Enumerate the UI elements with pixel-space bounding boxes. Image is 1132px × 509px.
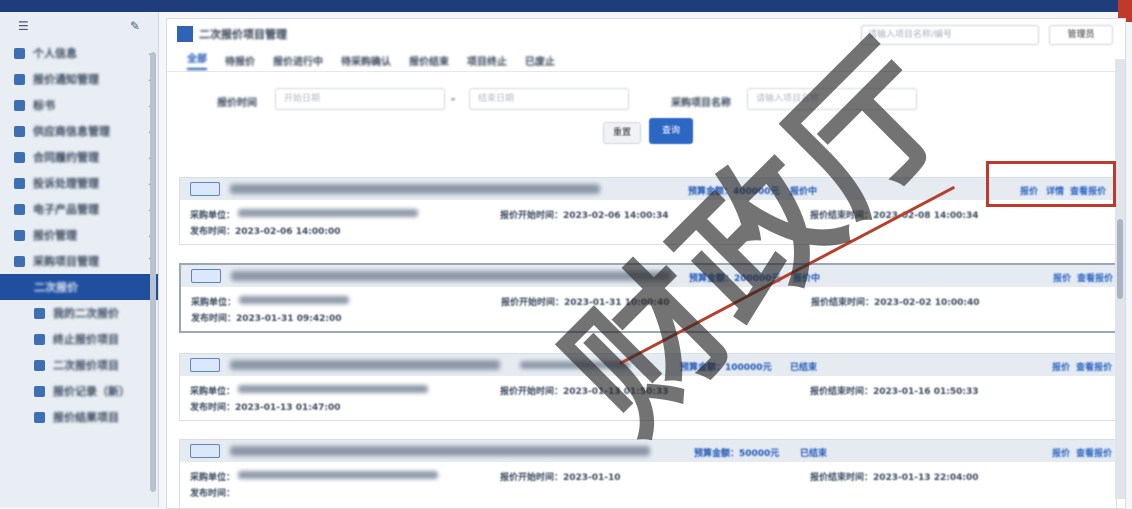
date-separator: -	[451, 94, 456, 105]
end-time: 报价结束时间：2023-01-13 22:04:00	[810, 473, 979, 483]
tab-confirm[interactable]: 待采购确认	[341, 53, 391, 68]
sidebar-subitem-mine[interactable]: 我的二次报价	[0, 300, 158, 326]
project-title-redacted	[230, 184, 600, 194]
sidebar: ☰ ✎ 个人信息⌄ 报价通知管理⌄ 标书⌄ 供应商信息管理⌄ 合同履约管理⌄ 投…	[0, 12, 159, 507]
user-menu[interactable]: 管理员	[1049, 25, 1113, 45]
end-date-input[interactable]: 结束日期	[469, 88, 629, 110]
tab-all[interactable]: 全部	[187, 50, 207, 70]
sidebar-item-project[interactable]: 采购项目管理⌃	[0, 248, 158, 274]
doc-icon	[14, 99, 25, 111]
status-badge: 已结束	[790, 363, 818, 373]
tab-terminated[interactable]: 项目终止	[467, 53, 507, 68]
end-time: 报价结束时间：2023-01-16 01:50:33	[810, 387, 979, 397]
sidebar-item-complaint[interactable]: 投诉处理管理⌄	[0, 170, 158, 196]
sidebar-item-personal[interactable]: 个人信息⌄	[0, 40, 158, 66]
sidebar-subitem-result[interactable]: 报价结果项目	[0, 404, 158, 430]
sidebar-subitem-stopped[interactable]: 终止报价项目	[0, 326, 158, 352]
dept-redacted	[238, 385, 428, 393]
tab-pending[interactable]: 待报价	[225, 53, 255, 68]
sidebar-item-product[interactable]: 电子产品管理⌄	[0, 196, 158, 222]
publish-time: 发布时间：2023-01-31 09:42:00	[191, 314, 342, 324]
menu-icon[interactable]: ☰	[18, 19, 29, 33]
sidebar-header: ☰ ✎	[0, 12, 158, 40]
sidebar-item-contract[interactable]: 合同履约管理⌄	[0, 144, 158, 170]
sidebar-item-quote[interactable]: 报价管理⌄	[0, 222, 158, 248]
dept-redacted	[239, 296, 349, 304]
view-quote-link[interactable]: 查看报价	[1077, 271, 1113, 284]
list-icon	[34, 307, 45, 319]
people-icon	[34, 359, 45, 371]
sidebar-item-supplier[interactable]: 供应商信息管理⌄	[0, 118, 158, 144]
sidebar-item-bid[interactable]: 标书⌄	[0, 92, 158, 118]
status-tabs: 全部 待报价 报价进行中 待采购确认 报价结束 项目终止 已废止	[167, 49, 1125, 72]
start-time: 报价开始时间：2023-01-10	[500, 473, 621, 483]
contract-icon	[14, 151, 25, 163]
tag-icon	[14, 229, 25, 241]
quote-link[interactable]: 报价	[1052, 360, 1070, 373]
dept-label: 采购单位：	[190, 387, 236, 397]
dept-redacted	[238, 471, 438, 479]
highlight-box	[986, 161, 1116, 207]
user-icon	[14, 47, 25, 59]
box-icon	[14, 203, 25, 215]
sidebar-subitem-record[interactable]: 报价记录（新）	[0, 378, 158, 404]
publish-time: 发布时间：2023-01-13 01:47:00	[190, 403, 341, 413]
status-badge: 已结束	[800, 449, 828, 459]
project-tag	[190, 358, 220, 372]
publish-time: 发布时间：	[190, 489, 236, 499]
tab-ended[interactable]: 报价结束	[409, 53, 449, 68]
complaint-icon	[14, 177, 25, 189]
scrollbar-thumb[interactable]	[1117, 219, 1123, 299]
project-tag	[190, 182, 220, 196]
start-date-input[interactable]: 开始日期	[275, 88, 445, 110]
result-icon	[34, 411, 45, 423]
pin-icon[interactable]: ✎	[130, 19, 140, 33]
tab-abolished[interactable]: 已废止	[525, 53, 555, 68]
dept-label: 采购单位：	[191, 298, 237, 308]
project-tag	[190, 444, 220, 458]
stop-icon	[34, 333, 45, 345]
bell-icon	[14, 73, 25, 85]
tab-ongoing[interactable]: 报价进行中	[273, 53, 323, 68]
end-time: 报价结束时间：2023-02-02 10:00:40	[811, 298, 980, 308]
time-label: 报价时间	[217, 98, 257, 109]
sidebar-item-notice[interactable]: 报价通知管理⌄	[0, 66, 158, 92]
dept-redacted	[238, 209, 418, 217]
quote-link[interactable]: 报价	[1052, 446, 1070, 459]
dept-label: 采购单位：	[190, 211, 236, 221]
main-scrollbar[interactable]	[1115, 59, 1125, 499]
building-icon	[14, 125, 25, 137]
budget-text: 预算金额：50000元	[694, 449, 780, 459]
view-quote-link[interactable]: 查看报价	[1076, 360, 1112, 373]
quote-link[interactable]: 报价	[1053, 271, 1071, 284]
sidebar-item-active[interactable]: 二次报价	[0, 274, 158, 300]
project-title-redacted	[230, 446, 650, 456]
record-icon	[34, 385, 45, 397]
sidebar-subitem-second[interactable]: 二次报价项目	[0, 352, 158, 378]
project-icon	[177, 26, 193, 42]
top-title-bar	[0, 0, 1132, 12]
dept-label: 采购单位：	[190, 473, 236, 483]
folder-icon	[14, 255, 25, 267]
project-title-redacted	[230, 360, 500, 370]
sidebar-scrollbar[interactable]	[150, 52, 156, 492]
project-tag	[191, 269, 221, 283]
page-title: 二次报价项目管理	[199, 28, 287, 41]
reset-button[interactable]: 重置	[603, 122, 641, 144]
view-quote-link[interactable]: 查看报价	[1076, 446, 1112, 459]
card-body: 采购单位： 发布时间： 报价开始时间：2023-01-10 报价结束时间：202…	[180, 462, 1116, 506]
publish-time: 发布时间：2023-02-06 14:00:00	[190, 227, 341, 237]
